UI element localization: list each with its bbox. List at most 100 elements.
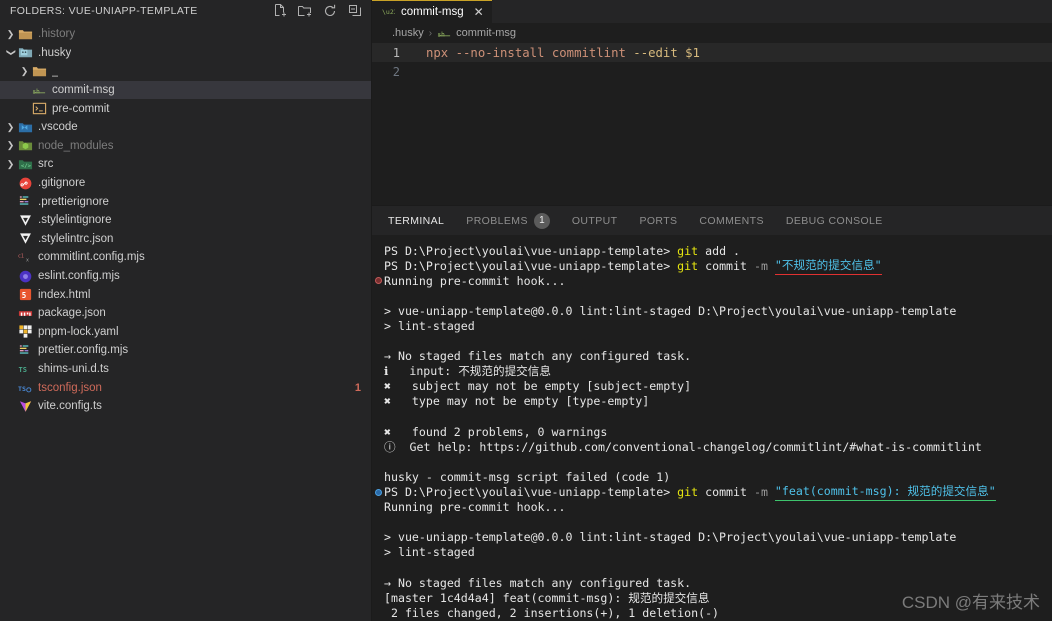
panel-tab-ports[interactable]: PORTS <box>639 206 677 236</box>
tree-item-prettierignore[interactable]: .prettierignore <box>0 192 371 211</box>
terminal-token: Running pre-commit hook... <box>384 273 566 288</box>
breadcrumb-item--husky[interactable]: .husky <box>392 27 424 39</box>
panel-tab-label: PORTS <box>639 214 678 227</box>
terminal-token: commit <box>698 485 754 500</box>
tree-item-src[interactable]: ❯ </> src <box>0 155 371 174</box>
tree-item-commit-msg[interactable]: sh commit-msg <box>0 80 371 100</box>
terminal-token: -m <box>753 485 775 500</box>
chevron-right-icon[interactable]: ❯ <box>4 122 17 133</box>
explorer-header: FOLDERS: VUE-UNIAPP-TEMPLATE <box>0 0 371 22</box>
chevron-right-icon[interactable]: ❯ <box>4 140 17 151</box>
tree-item-vscode[interactable]: ❯ .vscode <box>0 118 371 137</box>
pnpm-icon <box>17 324 34 339</box>
file-tree: ❯ .history ❯ .husky ❯ _sh commit-msg pre-commit… <box>0 22 371 621</box>
tree-item-label: .history <box>38 28 76 41</box>
explorer-title: FOLDERS: VUE-UNIAPP-TEMPLATE <box>10 5 198 17</box>
editor-line[interactable]: 2 <box>372 62 1052 81</box>
shell-script-icon: \u2318 <box>382 5 395 18</box>
tree-item-label: pnpm-lock.yaml <box>38 325 119 338</box>
panel-tab-debug-console[interactable]: DEBUG CONSOLE <box>786 206 883 236</box>
tree-item-label: commit-msg <box>52 84 115 97</box>
problem-count-badge: 1 <box>354 381 361 394</box>
terminal-token: > lint-staged <box>384 319 475 334</box>
refresh-icon[interactable] <box>322 3 338 19</box>
terminal-token: → No staged files match any configured t… <box>384 575 692 590</box>
command-failed-marker[interactable] <box>375 277 382 285</box>
terminal-token: ℹ input: 不规范的提交信息 <box>384 364 551 379</box>
close-icon[interactable]: ✕ <box>474 6 484 18</box>
terminal-line: → No staged files match any configured t… <box>372 575 1052 590</box>
tree-item-node-modules[interactable]: ❯ node_modules <box>0 137 371 156</box>
tree-item-eslint-config-mjs[interactable]: eslint.config.mjs <box>0 267 371 286</box>
panel-tab-problems[interactable]: PROBLEMS 1 <box>466 206 550 236</box>
tree-item-package-json[interactable]: package.json <box>0 304 371 323</box>
shell-script-icon: sh <box>31 83 48 98</box>
terminal-token: > vue-uniapp-template@0.0.0 lint:lint-st… <box>384 303 957 318</box>
git-icon <box>17 176 34 191</box>
vscode-window: FOLDERS: VUE-UNIAPP-TEMPLATE ❯ .history … <box>0 0 1052 621</box>
tabbar-empty-space <box>492 0 1052 23</box>
tree-item-index-html[interactable]: 5 index.html <box>0 285 371 304</box>
code-editor[interactable]: 1 npx --no-install commitlint --edit $1 2 <box>372 43 1052 205</box>
terminal-token: Running pre-commit hook... <box>384 500 566 515</box>
tree-item-commitlint-config-mjs[interactable]: c1 x commitlint.config.mjs <box>0 248 371 267</box>
editor-line[interactable]: 1 npx --no-install commitlint --edit $1 <box>372 43 1052 62</box>
stylelint-icon <box>17 231 34 246</box>
svg-text:x: x <box>26 257 29 263</box>
terminal-line: PS D:\Project\youlai\vue-uniapp-template… <box>372 258 1052 275</box>
tree-item-label: tsconfig.json <box>38 381 102 394</box>
code-token: --edit $1 <box>633 45 700 60</box>
tree-item-gitignore[interactable]: .gitignore <box>0 174 371 193</box>
panel-tab-label: TERMINAL <box>388 214 445 227</box>
terminal-output[interactable]: PS D:\Project\youlai\vue-uniapp-template… <box>372 235 1052 621</box>
tree-item-stylelintrc-json[interactable]: .stylelintrc.json <box>0 230 371 249</box>
chevron-right-icon[interactable]: ❯ <box>18 66 31 77</box>
command-success-marker[interactable] <box>375 488 382 496</box>
console-icon <box>31 101 48 116</box>
terminal-token: ✖ found 2 problems, 0 warnings <box>384 424 608 439</box>
tree-item-husky[interactable]: ❯ .husky <box>0 44 371 63</box>
panel-tab-terminal[interactable]: TERMINAL <box>388 206 445 236</box>
chevron-down-icon[interactable]: ❯ <box>4 47 17 58</box>
tree-item-label: index.html <box>38 288 91 301</box>
bottom-panel: TERMINAL PROBLEMS 1 OUTPUT PORTS COMMENTS DEBU… <box>372 205 1052 621</box>
editor-tab-commit-msg[interactable]: \u2318 commit-msg ✕ <box>372 0 493 23</box>
prettier-icon <box>17 343 34 358</box>
chevron-right-icon[interactable]: ❯ <box>4 159 17 170</box>
tree-item-prettier-config-mjs[interactable]: prettier.config.mjs <box>0 341 371 360</box>
tsconfig-icon: TS <box>17 380 34 395</box>
code-token: npx --no-install commitlint <box>426 45 634 60</box>
collapse-all-icon[interactable] <box>347 3 363 19</box>
chevron-right-icon[interactable]: ❯ <box>4 29 17 40</box>
tree-item-tsconfig-json[interactable]: TS tsconfig.json 1 <box>0 378 371 397</box>
editor-line-content: npx --no-install commitlint --edit $1 <box>416 46 700 60</box>
terminal-token: git <box>677 243 699 258</box>
folder-husky-icon <box>17 45 34 60</box>
tree-item-vite-config-ts[interactable]: vite.config.ts <box>0 397 371 416</box>
line-number: 2 <box>392 64 400 79</box>
tree-item-stylelintignore[interactable]: .stylelintignore <box>0 211 371 230</box>
tree-item-pnpm-lock-yaml[interactable]: pnpm-lock.yaml <box>0 323 371 342</box>
breadcrumb-item-commit-msg[interactable]: sh commit-msg <box>437 26 516 41</box>
terminal-token: > vue-uniapp-template@0.0.0 lint:lint-st… <box>384 530 957 545</box>
new-folder-icon[interactable] <box>297 3 313 19</box>
new-file-icon[interactable] <box>272 3 288 19</box>
tree-item-history[interactable]: ❯ .history <box>0 25 371 44</box>
terminal-line: PS D:\Project\youlai\vue-uniapp-template… <box>372 243 1052 258</box>
folder-icon <box>31 64 48 79</box>
terminal-token: husky - commit-msg script failed (code 1… <box>384 469 671 484</box>
panel-tab-comments[interactable]: COMMENTS <box>699 206 763 236</box>
tree-item-label: eslint.config.mjs <box>38 270 120 283</box>
panel-tab-output[interactable]: OUTPUT <box>572 206 618 236</box>
commitlint-icon: c1 x <box>17 250 34 265</box>
folder-node-icon <box>17 138 34 153</box>
editor-area: \u2318 commit-msg ✕ .husky›shcommit-msg … <box>372 0 1052 621</box>
tree-item-shims-uni-d-ts[interactable]: TS shims-uni.d.ts <box>0 360 371 379</box>
terminal-line: > vue-uniapp-template@0.0.0 lint:lint-st… <box>372 530 1052 545</box>
tree-item-pre-commit[interactable]: pre-commit <box>0 99 371 118</box>
tree-item-[interactable]: ❯ _ <box>0 62 371 81</box>
vite-icon <box>17 399 34 414</box>
